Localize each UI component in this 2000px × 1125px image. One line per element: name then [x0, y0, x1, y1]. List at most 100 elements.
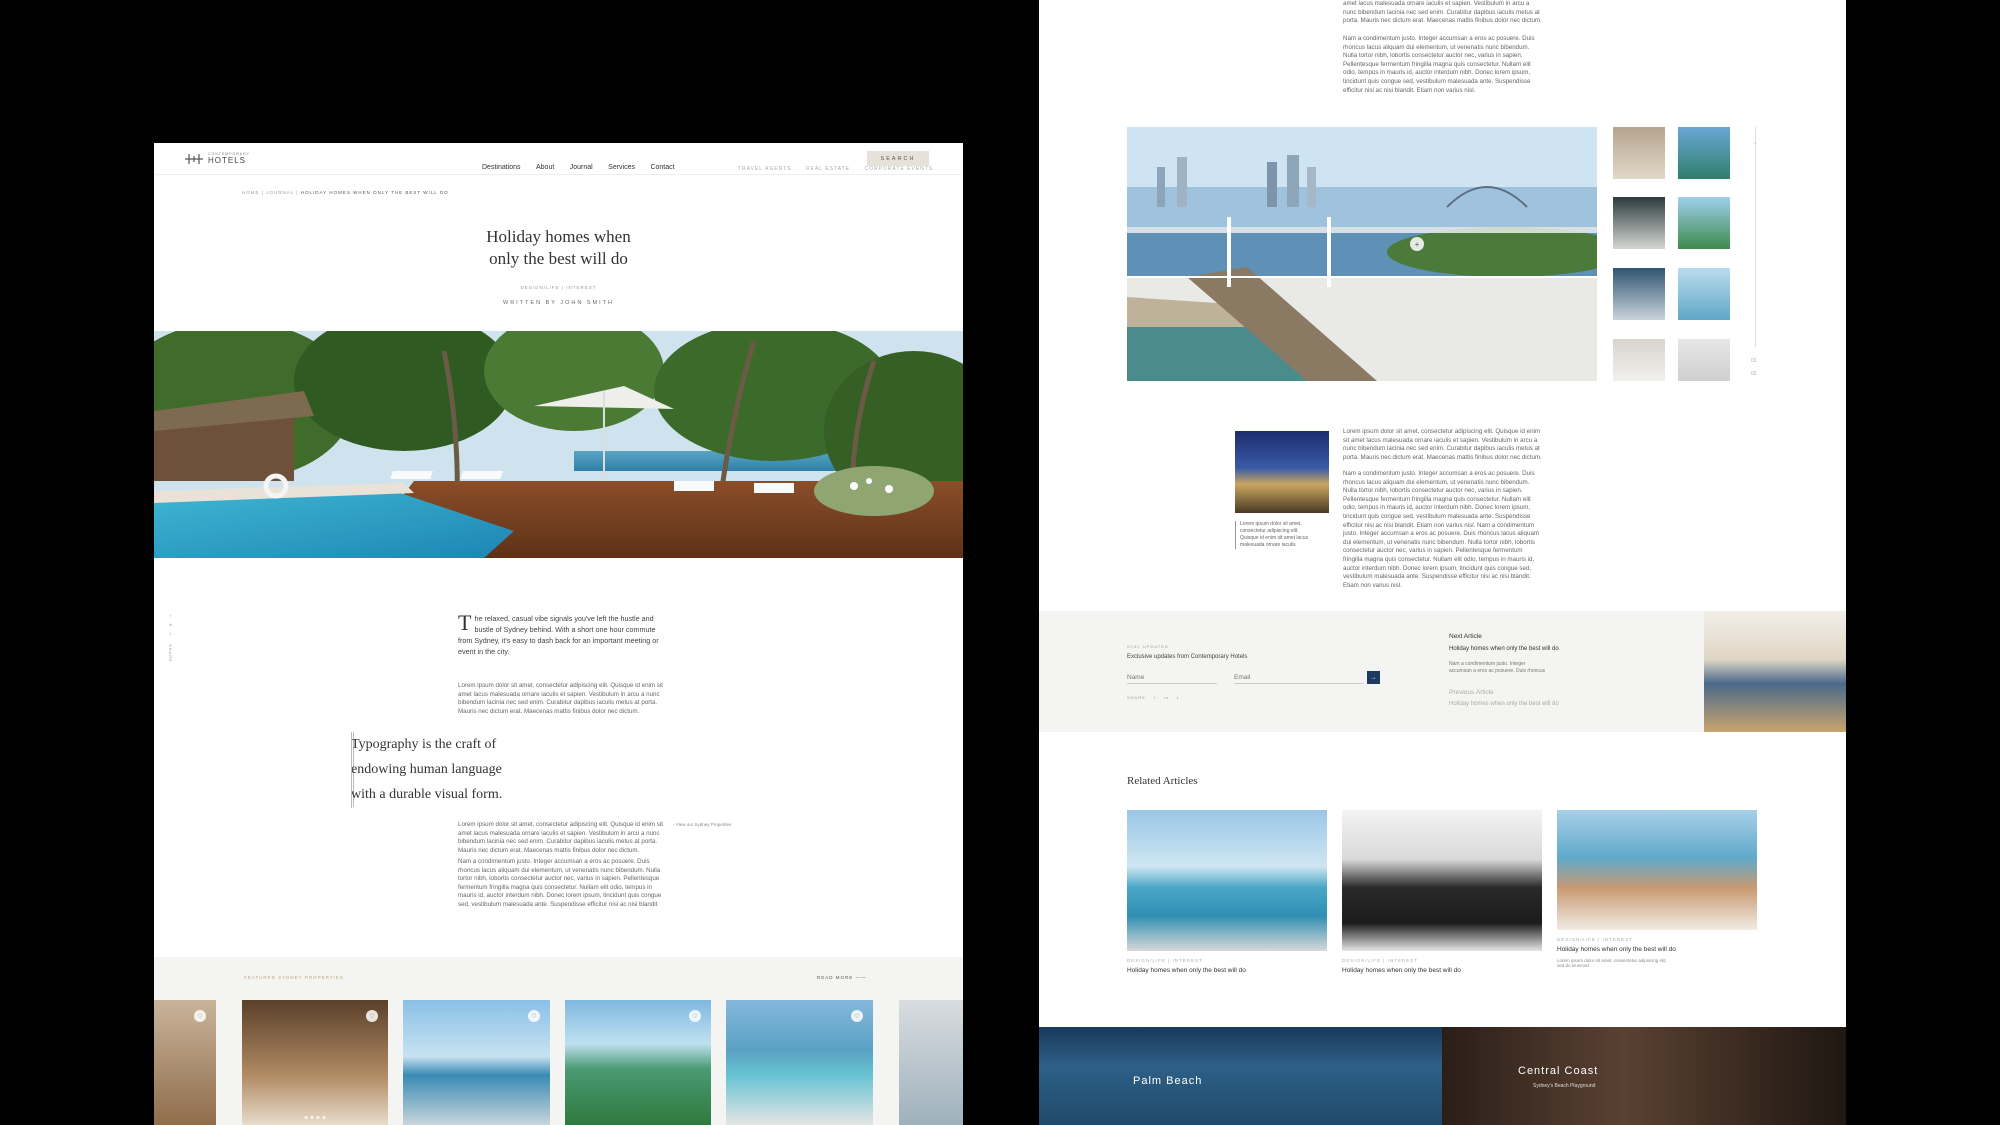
nav-real-estate[interactable]: REAL ESTATE	[806, 166, 850, 172]
share-label: SHARE	[168, 644, 173, 663]
share-linkedin-icon[interactable]: in	[1164, 695, 1169, 700]
aside-link-text: View our Sydney Properties	[675, 822, 732, 827]
gallery-thumb[interactable]	[1678, 197, 1730, 249]
newsletter-label: STAY UPDATED	[1127, 644, 1169, 649]
featured-properties: FEATURED SYDNEY PROPERTIES READ MORE —— …	[154, 957, 963, 1125]
destination-title: Central Coast	[1518, 1065, 1599, 1077]
title-line-1: Holiday homes when	[486, 227, 631, 246]
nav-corporate-events[interactable]: CORPORATE EVENTS	[864, 166, 933, 172]
related-card[interactable]: DESIGN/LIFE | INTEREST Holiday homes whe…	[1342, 810, 1542, 974]
nav-travel-agents[interactable]: TRAVEL AGENTS	[738, 166, 792, 172]
pager-dots	[304, 1116, 326, 1119]
main-nav: Destinations About Journal Services Cont…	[482, 156, 686, 174]
body-paragraph-1: Lorem ipsum dolor sit amet, consectetur …	[458, 682, 663, 715]
intro-text: he relaxed, casual vibe signals you've l…	[458, 614, 659, 656]
heart-icon[interactable]: ♡	[528, 1010, 540, 1022]
search-button[interactable]: SEARCH	[867, 151, 929, 166]
quote-line-1: Typography is the craft of	[351, 737, 497, 752]
nav-journal[interactable]: Journal	[570, 164, 593, 171]
prev-article-title[interactable]: Holiday homes when only the best will do	[1449, 701, 1559, 707]
newsletter-name-input[interactable]	[1127, 672, 1217, 684]
nav-contact[interactable]: Contact	[650, 164, 674, 171]
gallery-arrow-icon[interactable]: →	[1752, 140, 1757, 146]
next-article-title[interactable]: Holiday homes when only the best will do	[1449, 646, 1559, 652]
gallery-zoom-icon[interactable]: +	[1410, 237, 1424, 251]
newsletter-text: Exclusive updates from Contemporary Hote…	[1127, 654, 1248, 660]
heart-icon[interactable]: ♡	[194, 1010, 206, 1022]
site-header: CONTEMPORARY HOTELS Destinations About J…	[154, 143, 963, 175]
newsletter-email-input[interactable]	[1234, 672, 1364, 684]
body-paragraph-3: Nam a condimentum justo. Integer accumsa…	[458, 858, 662, 908]
newsletter-submit-button[interactable]: →	[1367, 671, 1380, 684]
breadcrumb: HOME | JOURNAL | HOLIDAY HOMES WHEN ONLY…	[242, 190, 449, 195]
related-image	[1127, 810, 1327, 951]
destination-palm-beach[interactable]: Palm Beach	[1039, 1027, 1442, 1125]
next-article-image[interactable]	[1704, 611, 1846, 732]
related-meta: DESIGN/LIFE | INTEREST	[1557, 937, 1633, 942]
breadcrumb-current: HOLIDAY HOMES WHEN ONLY THE BEST WILL DO	[300, 190, 449, 195]
destination-central-coast[interactable]: Central Coast Sydney's Beach Playground	[1442, 1027, 1846, 1125]
gallery-thumb[interactable]	[1678, 268, 1730, 320]
property-card[interactable]	[899, 1000, 963, 1125]
read-more-link[interactable]: READ MORE ——	[817, 975, 867, 980]
share-linkedin-icon[interactable]: in	[169, 622, 172, 627]
property-card[interactable]: ♡	[565, 1000, 711, 1125]
gallery-thumb[interactable]	[1678, 127, 1730, 179]
share-facebook-icon[interactable]: f	[1154, 695, 1156, 700]
featured-label: FEATURED SYDNEY PROPERTIES	[244, 975, 344, 980]
related-title: Holiday homes when only the best will do	[1127, 967, 1246, 974]
nav-destinations[interactable]: Destinations	[482, 164, 521, 171]
share-twitter-icon[interactable]: t	[1177, 695, 1179, 700]
logo-mark-icon	[185, 153, 203, 164]
logo[interactable]: CONTEMPORARY HOTELS	[184, 152, 250, 165]
gallery-thumb[interactable]	[1678, 339, 1730, 381]
hero-image	[154, 331, 963, 558]
read-more-text: READ MORE	[817, 975, 854, 980]
article-intro: T he relaxed, casual vibe signals you've…	[458, 610, 668, 657]
gallery-thumb[interactable]	[1613, 127, 1665, 179]
heart-icon[interactable]: ♡	[689, 1010, 701, 1022]
related-title: Holiday homes when only the best will do	[1342, 967, 1461, 974]
property-card[interactable]: ♡	[726, 1000, 873, 1125]
inline-image[interactable]	[1235, 431, 1329, 513]
gallery-thumb[interactable]	[1613, 268, 1665, 320]
logo-bottom-text: HOTELS	[208, 156, 247, 165]
next-article-excerpt: Nam a condimentum justo. Integer accumsa…	[1449, 661, 1546, 674]
right-body-4: Nam a condimentum justo. Integer accumsa…	[1343, 470, 1540, 589]
nav-about[interactable]: About	[536, 164, 554, 171]
right-body-2: Nam a condimentum justo. Integer accumsa…	[1343, 35, 1535, 94]
body-paragraph-2: Lorem ipsum dolor sit amet, consectetur …	[458, 821, 663, 854]
gallery-main-image[interactable]: +	[1127, 127, 1597, 381]
related-heading: Related Articles	[1127, 775, 1198, 787]
share-bar: f in t SHARE	[168, 613, 173, 663]
destination-title: Palm Beach	[1133, 1075, 1203, 1087]
dropcap: T	[458, 610, 472, 635]
share-twitter-icon[interactable]: t	[170, 631, 171, 636]
gallery-thumb[interactable]	[1613, 339, 1665, 381]
heart-icon[interactable]: ♡	[851, 1010, 863, 1022]
aside-link[interactable]: ◦ View our Sydney Properties	[673, 822, 731, 827]
article-category[interactable]: DESIGN/LIFE | INTEREST	[154, 285, 963, 290]
gallery-scroll-track[interactable]	[1755, 127, 1756, 347]
property-card[interactable]: ♡	[154, 1000, 216, 1125]
heart-icon[interactable]: ♡	[366, 1010, 378, 1022]
nav-services[interactable]: Services	[608, 164, 635, 171]
title-line-2: only the best will do	[489, 249, 628, 268]
breadcrumb-journal[interactable]: JOURNAL	[266, 190, 294, 195]
article-author: WRITTEN BY JOHN SMITH	[503, 300, 614, 306]
gallery-thumb[interactable]	[1613, 197, 1665, 249]
related-title: Holiday homes when only the best will do	[1557, 946, 1676, 953]
hero-illustration	[154, 331, 963, 558]
gallery-illustration	[1127, 127, 1597, 381]
right-body-3: Lorem ipsum dolor sit amet, consectetur …	[1343, 428, 1542, 461]
property-card[interactable]: ♡	[242, 1000, 388, 1125]
related-card[interactable]: DESIGN/LIFE | INTEREST Holiday homes whe…	[1557, 810, 1757, 968]
breadcrumb-home[interactable]: HOME	[242, 190, 260, 195]
newsletter-band: STAY UPDATED Exclusive updates from Cont…	[1039, 611, 1846, 732]
related-card[interactable]: DESIGN/LIFE | INTEREST Holiday homes whe…	[1127, 810, 1327, 974]
related-image	[1342, 810, 1542, 951]
property-card[interactable]: ♡	[403, 1000, 550, 1125]
pull-quote: Typography is the craft of endowing huma…	[351, 732, 563, 808]
share-facebook-icon[interactable]: f	[170, 613, 171, 618]
related-excerpt: Lorem ipsum dolor sit amet, consectetur …	[1557, 958, 1667, 968]
